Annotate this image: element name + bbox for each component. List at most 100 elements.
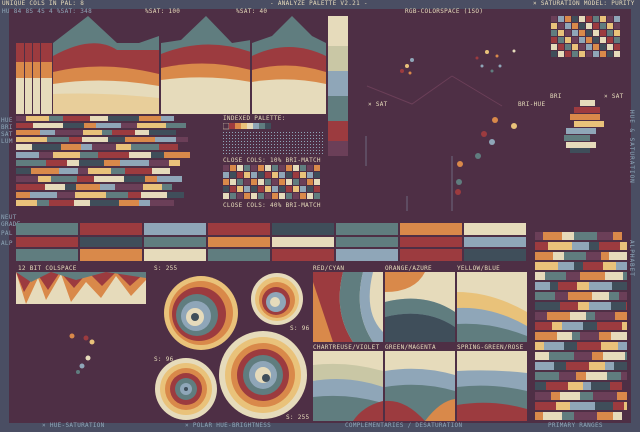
x-sat-label: × SAT	[368, 101, 388, 108]
primary-range-cell	[535, 332, 557, 340]
strip-cell	[272, 237, 334, 247]
palette-grid-cell	[558, 23, 564, 29]
close-col-cell	[265, 179, 271, 185]
close-col-cell	[286, 179, 292, 185]
strip-cell	[208, 249, 270, 261]
close-col-cell	[223, 193, 229, 199]
bar-segment	[57, 192, 75, 198]
strip-cell	[336, 249, 398, 261]
bar-segment	[55, 130, 83, 135]
palette-grid-cell	[565, 51, 571, 57]
close-col-cell	[251, 179, 257, 185]
palette-grid-cell	[579, 23, 585, 29]
palette-grid-cell	[593, 44, 599, 50]
primary-range-cell	[613, 232, 622, 240]
footer-hue-saturation: × HUE-SATURATION	[42, 422, 105, 429]
close-col-cell	[300, 165, 306, 171]
bar-segment	[106, 192, 128, 198]
palette-grid-cell	[614, 51, 620, 57]
bar-segment	[151, 152, 164, 158]
primary-range-cell	[626, 302, 627, 310]
primary-range-cell	[586, 312, 595, 320]
primary-range-cell	[611, 302, 626, 310]
palette-grid-top-right	[551, 16, 620, 57]
primary-range-cell	[589, 242, 599, 250]
primary-range-cell	[572, 332, 580, 340]
primary-range-cell	[545, 272, 566, 280]
primary-range-cell	[535, 232, 543, 240]
bar-segment	[16, 200, 37, 206]
primary-range-cell	[576, 372, 586, 380]
primary-range-cell	[558, 282, 577, 290]
bar-segment	[83, 130, 102, 135]
palette-grid-cell	[551, 30, 557, 36]
primary-range-cell	[592, 292, 609, 300]
palette-grid-cell	[614, 44, 620, 50]
primary-range-cell	[535, 372, 559, 380]
bar-segment	[125, 137, 155, 142]
primary-range-cell	[589, 302, 611, 310]
primary-range-cell	[583, 262, 603, 270]
primary-range-cell	[574, 412, 597, 420]
primary-range-cell	[553, 252, 564, 260]
bar-segment	[61, 144, 81, 150]
bar-segment	[40, 130, 55, 135]
primary-range-cell	[580, 392, 593, 400]
close-col-cell	[223, 186, 229, 192]
bar-segment	[75, 192, 106, 198]
primary-range-cell	[566, 362, 589, 370]
primary-range-cell	[556, 402, 570, 410]
primary-range-cell	[601, 342, 618, 350]
close-col-cell	[314, 165, 320, 171]
neutral-grade-palette-strip	[16, 223, 526, 261]
palette-grid-cell	[607, 23, 613, 29]
bar-segment	[63, 123, 84, 128]
saturation-model-label[interactable]: × SATURATION MODEL: PURITY	[533, 1, 635, 7]
bar-segment	[78, 168, 88, 174]
palette-grid-cell	[614, 37, 620, 43]
close-col-cell	[237, 179, 243, 185]
bar-segment	[135, 130, 149, 135]
bar-segment	[115, 184, 143, 190]
primary-range-cell	[586, 372, 607, 380]
primary-range-cell	[564, 342, 577, 350]
strip-cell	[400, 249, 462, 261]
polar-circle-small	[251, 273, 303, 325]
primary-range-cell	[577, 342, 601, 350]
strip-cell	[80, 249, 142, 261]
close-col-cell	[314, 193, 320, 199]
close-col-cell	[265, 193, 271, 199]
primary-range-cell	[544, 342, 564, 350]
primary-range-cell	[568, 382, 583, 390]
analyze-palette-window: UNIQUE COLS IN PAL: 8 %SAT: 100 %SAT: 40…	[0, 0, 640, 432]
primary-range-cell	[566, 272, 580, 280]
strip-cell	[208, 237, 270, 247]
primary-range-cell	[574, 232, 597, 240]
bar-segment	[121, 123, 137, 128]
vertical-luminance-strip	[328, 16, 348, 156]
primary-range-cell	[570, 312, 586, 320]
strip-cell	[272, 249, 334, 261]
close-col-cell	[279, 172, 285, 178]
indexed-palette-swatches	[223, 123, 323, 154]
close-cols-10-label: CLOSE COLS: 10% BRI-MATCH	[223, 157, 321, 164]
bar-segment	[26, 116, 49, 121]
bar-segment	[139, 200, 150, 206]
primary-range-cell	[549, 352, 574, 360]
primary-range-cell	[578, 302, 589, 310]
bar-segment	[141, 192, 167, 198]
strip-cell	[336, 223, 398, 235]
palette-grid-cell	[565, 30, 571, 36]
bar-segment	[16, 130, 40, 135]
palette-grid-cell	[607, 44, 613, 50]
bar-segment	[108, 137, 125, 142]
bar-segment	[49, 116, 63, 121]
bri-hue-label: BRI-HUE	[518, 101, 546, 108]
primary-range-cell	[535, 362, 554, 370]
close-col-cell	[314, 179, 320, 185]
bar-segment	[108, 116, 139, 121]
close-col-cell	[293, 165, 299, 171]
primary-range-cell	[603, 262, 616, 270]
palette-grid-cell	[614, 23, 620, 29]
primary-range-cell	[624, 402, 627, 410]
